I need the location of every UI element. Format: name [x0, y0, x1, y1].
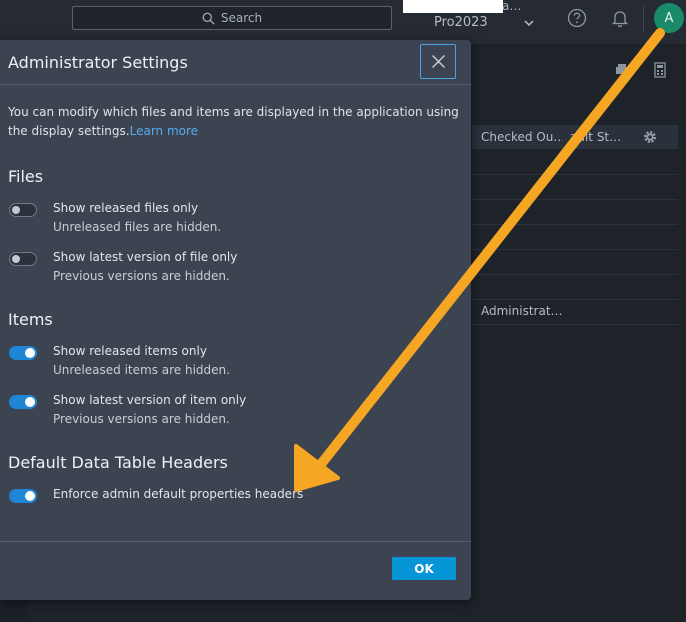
- toggle-enforce-admin-headers[interactable]: [9, 489, 37, 503]
- option-sub-released-files: Unreleased files are hidden.: [53, 220, 222, 234]
- learn-more-link[interactable]: Learn more: [130, 124, 198, 138]
- table-cell-admin: Administrat…: [481, 304, 563, 318]
- dialog-footer-divider: [0, 541, 471, 542]
- table-header: Checked Ou… ault St…: [472, 125, 678, 149]
- toggle-latest-file-version[interactable]: [9, 252, 37, 266]
- bell-icon[interactable]: [610, 8, 630, 28]
- table-row: [472, 324, 678, 325]
- calculator-icon[interactable]: [652, 62, 668, 78]
- option-label-latest-file-version: Show latest version of file only: [53, 250, 238, 264]
- project-name[interactable]: Pro2023: [434, 15, 488, 30]
- table-row: [472, 174, 678, 175]
- option-sub-released-items: Unreleased items are hidden.: [53, 363, 230, 377]
- table-row: [472, 224, 678, 225]
- column-header-default-state[interactable]: ault St…: [570, 130, 630, 144]
- search-icon: [202, 12, 215, 25]
- avatar[interactable]: A: [654, 3, 684, 33]
- table-row: [472, 249, 678, 250]
- section-title-default-headers: Default Data Table Headers: [8, 453, 228, 472]
- table-row: [472, 274, 678, 275]
- intro-text: You can modify which files and items are…: [8, 105, 459, 138]
- toggle-knob: [12, 255, 20, 263]
- gear-icon[interactable]: [642, 129, 658, 145]
- toggle-latest-item-version[interactable]: [9, 395, 37, 409]
- option-label-released-files: Show released files only: [53, 201, 199, 215]
- option-label-released-items: Show released items only: [53, 344, 207, 358]
- ok-button[interactable]: OK: [392, 557, 456, 580]
- option-label-latest-item-version: Show latest version of item only: [53, 393, 247, 407]
- search-input[interactable]: Search: [72, 6, 392, 30]
- dialog-header-divider: [0, 84, 471, 85]
- topbar-divider: [643, 6, 644, 32]
- toggle-knob: [12, 206, 20, 214]
- redacted-project-label: [403, 0, 503, 13]
- table-row: [472, 199, 678, 200]
- administrator-settings-dialog: Administrator Settings You can modify wh…: [0, 40, 471, 600]
- option-sub-latest-file-version: Previous versions are hidden.: [53, 269, 230, 283]
- option-label-enforce-admin-headers: Enforce admin default properties headers: [53, 487, 304, 501]
- toggle-knob: [25, 397, 35, 407]
- toggle-released-files[interactable]: [9, 203, 37, 217]
- section-title-items: Items: [8, 310, 53, 329]
- dialog-title: Administrator Settings: [8, 53, 188, 72]
- search-placeholder: Search: [220, 11, 263, 25]
- close-button[interactable]: [420, 44, 456, 79]
- section-title-files: Files: [8, 167, 44, 186]
- table-row: [472, 299, 678, 300]
- chevron-down-icon[interactable]: [522, 16, 536, 30]
- option-sub-latest-item-version: Previous versions are hidden.: [53, 412, 230, 426]
- close-icon: [431, 55, 445, 68]
- top-bar: Search a… Pro2023 A: [0, 0, 686, 45]
- dialog-intro: You can modify which files and items are…: [8, 103, 463, 141]
- help-icon[interactable]: [567, 8, 587, 28]
- column-header-checked-out[interactable]: Checked Ou…: [481, 130, 563, 144]
- project-label-ellipsis: a…: [502, 0, 522, 13]
- toggle-knob: [25, 491, 35, 501]
- print-icon[interactable]: [614, 62, 630, 78]
- toggle-released-items[interactable]: [9, 346, 37, 360]
- toggle-knob: [25, 348, 35, 358]
